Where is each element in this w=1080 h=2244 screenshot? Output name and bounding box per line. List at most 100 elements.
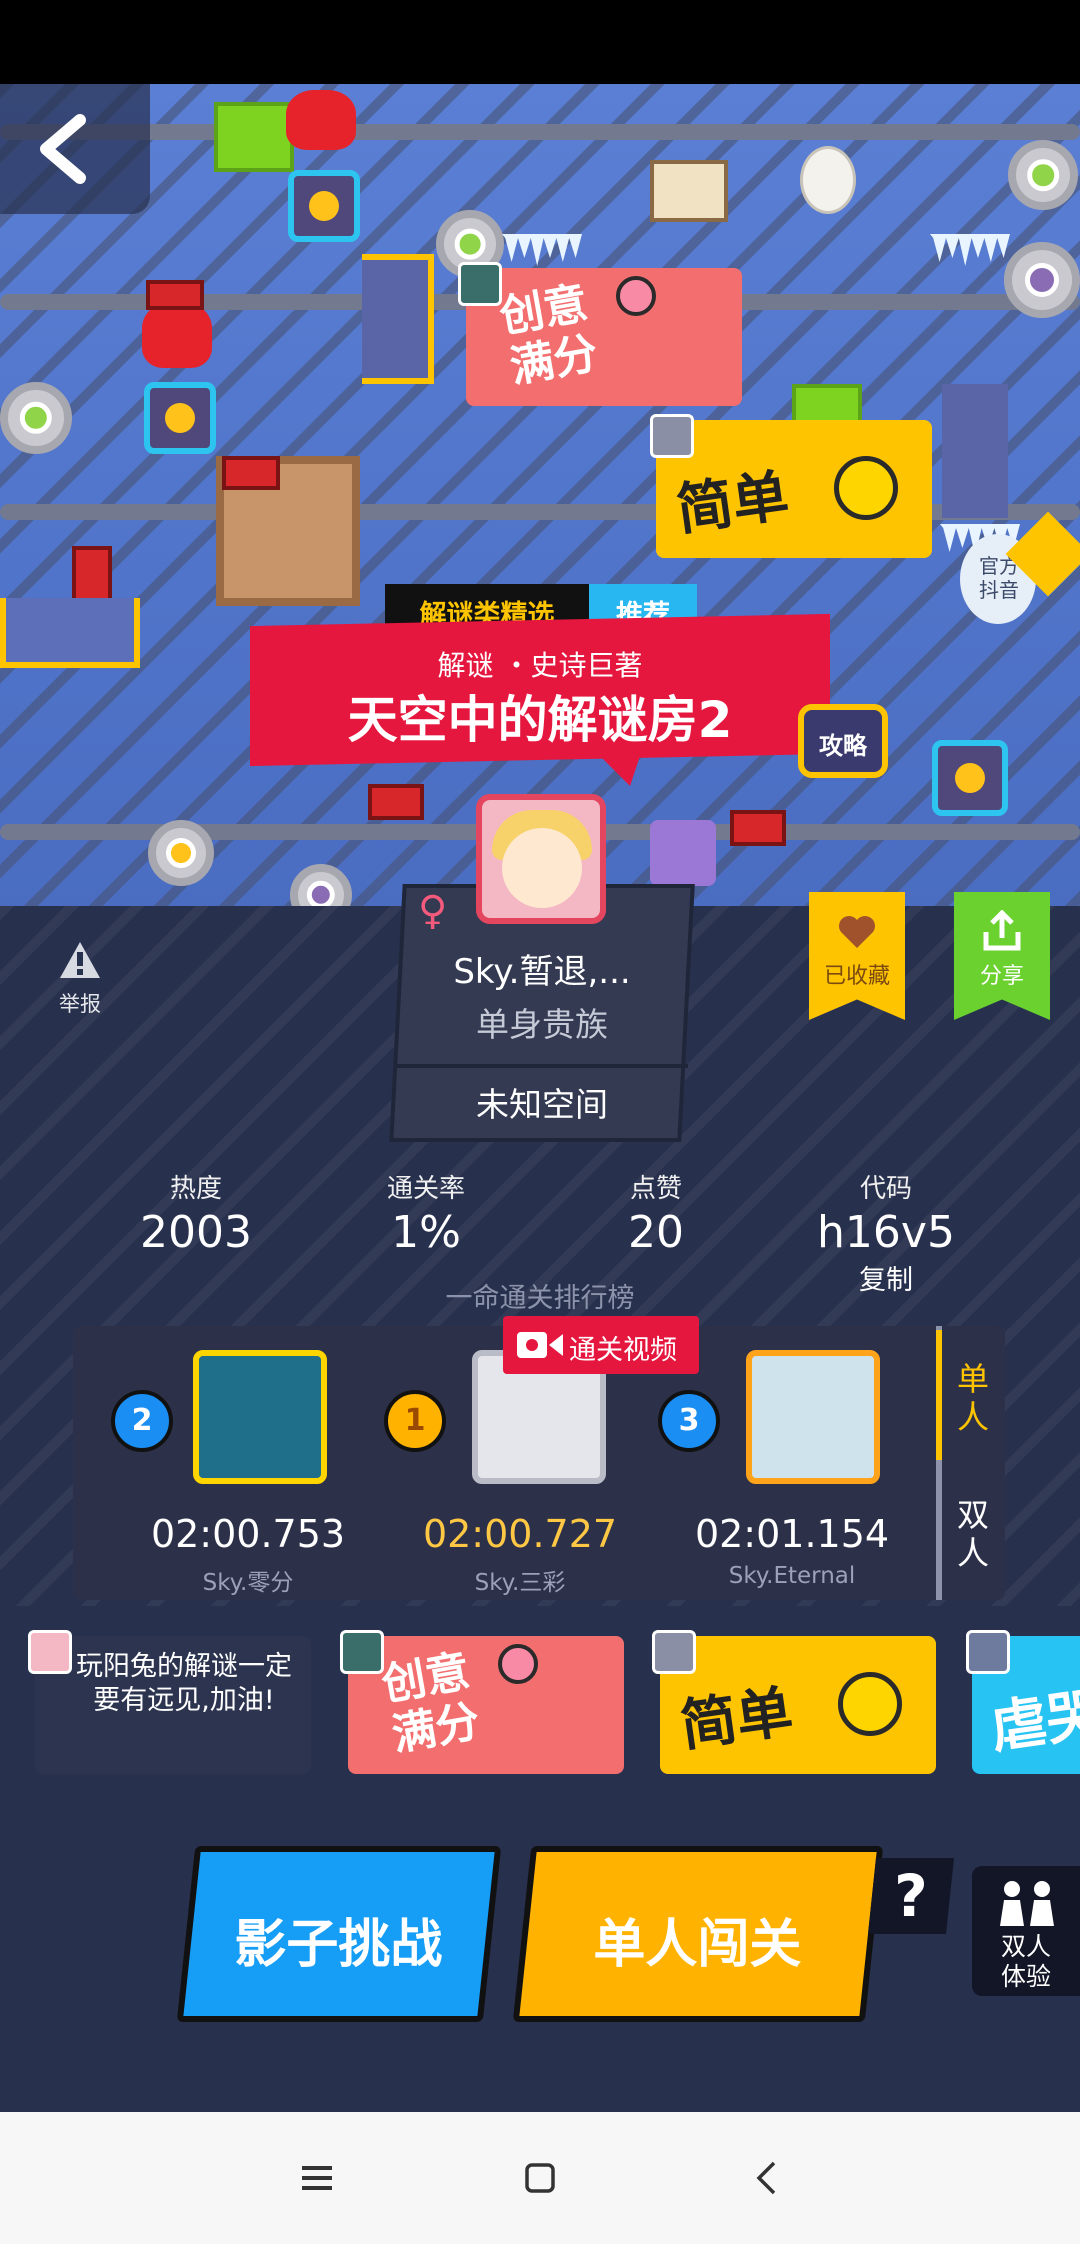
- lock-icon: [144, 382, 216, 454]
- home-icon[interactable]: [524, 2162, 556, 2194]
- menu-icon[interactable]: [300, 2164, 334, 2192]
- stat-label: 通关率: [386, 1174, 465, 1204]
- rank-badge: 3: [658, 1390, 720, 1452]
- lock-icon: [932, 740, 1008, 816]
- strategy-button[interactable]: 攻略: [798, 704, 888, 778]
- report-button[interactable]: 举报: [50, 940, 110, 1018]
- stat-value: 20: [628, 1207, 684, 1258]
- duo-trial-button[interactable]: 双人 体验: [972, 1866, 1080, 1996]
- lock-icon: [288, 170, 360, 242]
- style-card-creative[interactable]: 创意 满分: [348, 1636, 624, 1774]
- status-bar: [0, 0, 1080, 84]
- video-camera-icon: [517, 1332, 563, 1358]
- stat-clear-rate: 通关率 1%: [336, 1168, 516, 1258]
- avatar: [458, 262, 502, 306]
- shadow-challenge-button[interactable]: 影子挑战: [176, 1846, 502, 2022]
- boxing-glove-icon: [286, 90, 356, 150]
- avatar: [340, 1630, 384, 1674]
- flower-icon: [498, 1644, 538, 1684]
- mode-tab-solo[interactable]: 单人: [948, 1360, 998, 1436]
- player-name: Sky.Eternal: [728, 1563, 856, 1589]
- rank-badge: 1: [384, 1390, 446, 1452]
- chevron-down-icon: [0, 598, 140, 668]
- flower-icon: [616, 276, 656, 316]
- two-people-icon: [1000, 1881, 1054, 1926]
- player-name: Sky.三彩: [474, 1570, 566, 1596]
- leaderboard-title: 一命通关排行榜: [445, 1283, 635, 1314]
- clear-video-button[interactable]: 通关视频: [503, 1316, 699, 1374]
- tnt-icon: [368, 784, 424, 820]
- system-nav-bar: [0, 2112, 1080, 2244]
- avatar: [652, 1630, 696, 1674]
- style-card-simple[interactable]: 简单: [660, 1636, 936, 1774]
- clear-video-label: 通关视频: [569, 1335, 677, 1366]
- solo-play-button[interactable]: 单人闯关: [512, 1846, 884, 2022]
- player-time: 02:01.154: [694, 1512, 890, 1556]
- style-card-simple-label: 简单: [676, 1679, 797, 1760]
- divider: [396, 1064, 688, 1068]
- boxing-glove-icon: [142, 302, 212, 368]
- favorite-label: 已收藏: [823, 964, 890, 989]
- avatar-face: [502, 828, 582, 908]
- sun-icon: [838, 1672, 902, 1736]
- female-icon: ♀: [418, 888, 448, 934]
- green-block: [214, 102, 294, 172]
- stat-code: 代码 h16v5: [796, 1168, 976, 1258]
- signboard: [650, 160, 728, 222]
- lightbulb-icon: [800, 146, 856, 214]
- report-label: 举报: [59, 992, 101, 1016]
- stat-label: 代码: [859, 1174, 912, 1204]
- author-avatar[interactable]: [476, 794, 606, 924]
- player-time: 02:00.753: [150, 1512, 346, 1556]
- warning-icon: [60, 942, 100, 978]
- rail: [0, 124, 1080, 140]
- stat-popularity: 热度 2003: [106, 1168, 286, 1258]
- rank-badge: 2: [111, 1390, 173, 1452]
- help-button[interactable]: ?: [868, 1858, 954, 1934]
- sun-icon: [834, 456, 898, 520]
- gear-icon: [0, 382, 72, 454]
- chevron-left-icon: [942, 384, 1008, 518]
- gear-icon: [1008, 140, 1078, 210]
- style-card-hard-label: 虐哭: [986, 1681, 1080, 1762]
- author-title: 单身贵族: [476, 1005, 608, 1044]
- stat-label: 热度: [169, 1174, 222, 1204]
- tnt-icon: [730, 810, 786, 846]
- duo-trial-label: 双人 体验: [1000, 1932, 1051, 1991]
- comment-card[interactable]: 玩阳兔的解谜一定要有远见,加油!: [35, 1636, 311, 1774]
- level-subtitle: 解谜 ・史诗巨著: [437, 649, 643, 682]
- style-card-creative: 创意 满分: [466, 268, 742, 406]
- stat-value: h16v5: [817, 1207, 955, 1258]
- ice-spikes: [930, 234, 1010, 266]
- back-button[interactable]: [0, 84, 150, 214]
- player-avatar[interactable]: [746, 1350, 880, 1484]
- stat-label: 点赞: [629, 1174, 682, 1204]
- tnt-icon: [222, 456, 280, 490]
- player-time: 02:00.727: [422, 1512, 618, 1556]
- author-name: Sky.暂退,...: [453, 952, 631, 992]
- tnt-icon: [146, 280, 204, 310]
- stat-value: 2003: [140, 1207, 252, 1258]
- gear-icon: [1004, 242, 1080, 318]
- mode-active-indicator: [936, 1330, 942, 1460]
- style-card-simple-label: 简单: [672, 463, 793, 544]
- player-avatar[interactable]: [193, 1350, 327, 1484]
- chevron-left-icon: [362, 254, 434, 384]
- back-icon[interactable]: [754, 2160, 778, 2196]
- shadow-challenge-label: 影子挑战: [234, 1915, 443, 1975]
- share-label: 分享: [979, 964, 1024, 989]
- avatar: [650, 414, 694, 458]
- strategy-label: 攻略: [819, 732, 867, 760]
- avatar: [966, 1630, 1010, 1674]
- solo-play-label: 单人闯关: [593, 1915, 802, 1975]
- arrow-down-block: [650, 820, 716, 886]
- mode-tab-duo[interactable]: 双人: [948, 1496, 998, 1572]
- gear-icon: [290, 864, 352, 906]
- gear-icon: [148, 820, 214, 886]
- heart-icon: [839, 916, 875, 948]
- avatar: [28, 1630, 72, 1674]
- style-card-simple: 简单: [656, 420, 932, 558]
- share-icon: [983, 910, 1021, 951]
- author-space-button[interactable]: 未知空间: [396, 1078, 688, 1126]
- title-banner-tail: [600, 756, 640, 786]
